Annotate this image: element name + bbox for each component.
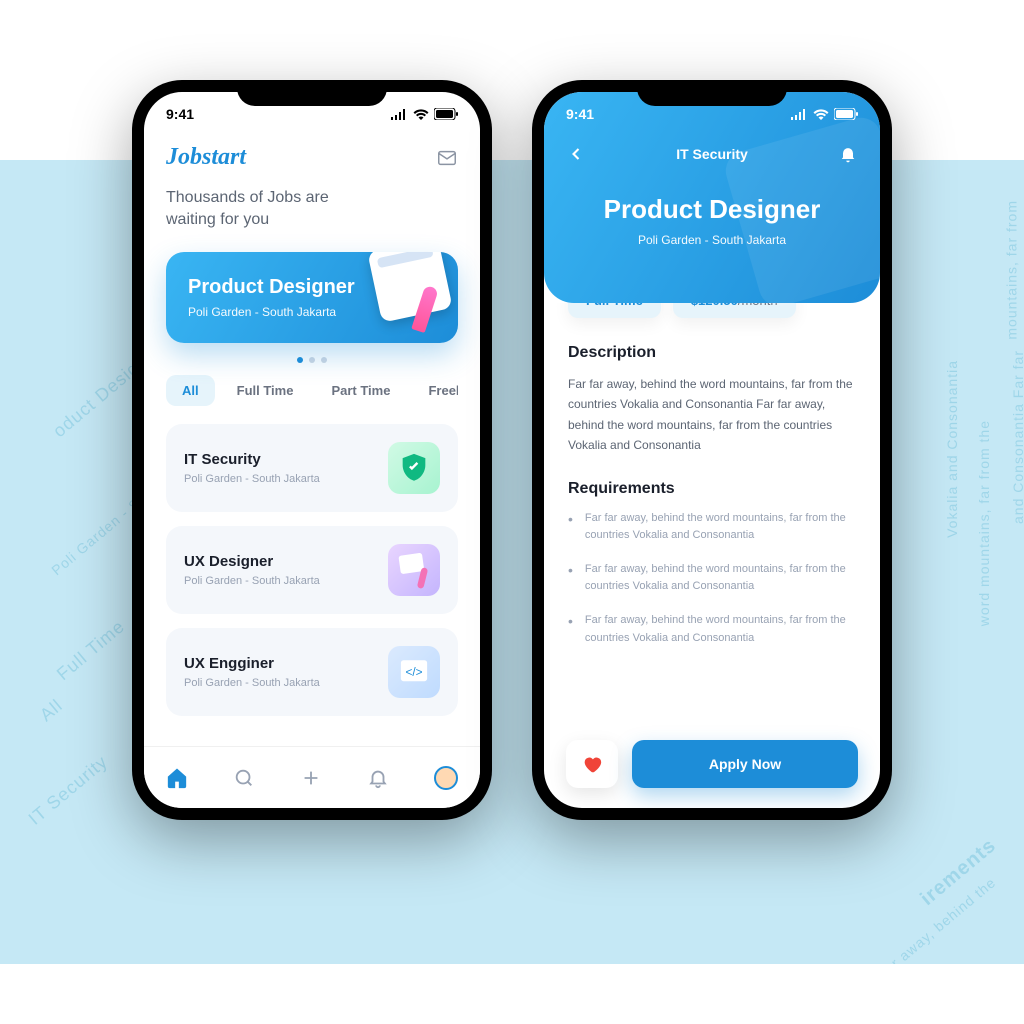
wifi-icon	[813, 109, 829, 120]
tab-freelance[interactable]: Freelance	[412, 375, 458, 406]
battery-icon	[434, 108, 458, 120]
detail-hero: 9:41 IT Security Product Designer Poli G…	[544, 92, 880, 303]
job-title: UX Designer	[184, 553, 320, 570]
nav-home-icon[interactable]	[166, 767, 188, 789]
job-title: UX Engginer	[184, 655, 320, 672]
job-card-it-security[interactable]: IT Security Poli Garden - South Jakarta	[166, 424, 458, 512]
job-list: IT Security Poli Garden - South Jakarta …	[166, 424, 458, 716]
description-heading: Description	[568, 344, 856, 362]
job-card-ux-engineer[interactable]: UX Engginer Poli Garden - South Jakarta …	[166, 628, 458, 716]
description-text: Far far away, behind the word mountains,…	[568, 374, 856, 456]
dot-active[interactable]	[297, 357, 303, 363]
apply-button[interactable]: Apply Now	[632, 740, 858, 788]
tagline: Thousands of Jobs are waiting for you	[166, 187, 458, 232]
bottom-nav	[144, 746, 480, 808]
code-icon: </>	[388, 646, 440, 698]
nav-plus-icon[interactable]	[300, 767, 322, 789]
job-subtitle: Poli Garden - South Jakarta	[184, 677, 320, 689]
nav-search-icon[interactable]	[233, 767, 255, 789]
tab-all[interactable]: All	[166, 375, 215, 406]
job-subtitle: Poli Garden - South Jakarta	[184, 575, 320, 587]
notch	[237, 80, 387, 106]
heart-icon	[581, 753, 603, 775]
phone-frame-detail: 9:41 IT Security Product Designer Poli G…	[532, 80, 892, 820]
job-subtitle: Poli Garden - South Jakarta	[184, 473, 320, 485]
back-icon[interactable]	[566, 144, 586, 164]
wifi-icon	[413, 109, 429, 120]
brush-icon	[388, 544, 440, 596]
tab-part-time[interactable]: Part Time	[315, 375, 406, 406]
nav-avatar[interactable]	[434, 766, 458, 790]
filter-tabs: All Full Time Part Time Freelance Pr	[166, 375, 458, 406]
requirement-item: Far far away, behind the word mountains,…	[568, 612, 856, 647]
hero-subtitle: Poli Garden - South Jakarta	[188, 305, 436, 319]
bell-icon[interactable]	[838, 144, 858, 164]
signal-icon	[391, 109, 408, 120]
screen-detail: 9:41 IT Security Product Designer Poli G…	[544, 92, 880, 808]
status-time: 9:41	[166, 106, 194, 122]
brand-logo: Jobstart	[166, 144, 246, 171]
screen-home: 9:41 Jobstart Thousands of Jobs are wait…	[144, 92, 480, 808]
status-right	[791, 108, 858, 120]
status-right	[391, 108, 458, 120]
topbar-title: IT Security	[676, 146, 748, 162]
detail-subtitle: Poli Garden - South Jakarta	[566, 233, 858, 247]
requirements-heading: Requirements	[568, 480, 856, 498]
detail-title: Product Designer	[566, 194, 858, 225]
notch	[637, 80, 787, 106]
salary-amount: $120.50	[691, 303, 738, 308]
svg-text:</>: </>	[405, 665, 422, 679]
battery-icon	[834, 108, 858, 120]
pager-dots	[166, 357, 458, 363]
detail-footer: Apply Now	[544, 724, 880, 808]
chip-job-type: Full Time	[568, 303, 661, 318]
job-title: IT Security	[184, 451, 320, 468]
dot[interactable]	[321, 357, 327, 363]
requirement-item: Far far away, behind the word mountains,…	[568, 561, 856, 596]
mail-icon[interactable]	[436, 147, 458, 169]
job-card-ux-designer[interactable]: UX Designer Poli Garden - South Jakarta	[166, 526, 458, 614]
detail-chips: Full Time $120.50/month	[568, 303, 856, 318]
signal-icon	[791, 109, 808, 120]
status-time: 9:41	[566, 106, 594, 122]
requirement-item: Far far away, behind the word mountains,…	[568, 510, 856, 545]
requirements-list: Far far away, behind the word mountains,…	[568, 510, 856, 648]
phone-frame-home: 9:41 Jobstart Thousands of Jobs are wait…	[132, 80, 492, 820]
hero-card[interactable]: Product Designer Poli Garden - South Jak…	[166, 252, 458, 343]
nav-bell-icon[interactable]	[367, 767, 389, 789]
shield-icon	[388, 442, 440, 494]
tab-full-time[interactable]: Full Time	[221, 375, 310, 406]
dot[interactable]	[309, 357, 315, 363]
favorite-button[interactable]	[566, 740, 618, 788]
